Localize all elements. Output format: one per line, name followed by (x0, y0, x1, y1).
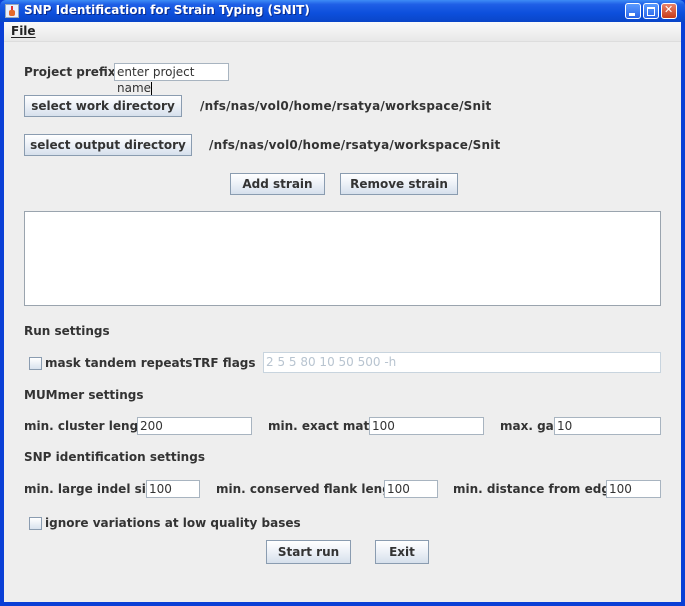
min-conserved-flank-value: 100 (387, 482, 410, 496)
max-gap-value: 10 (557, 419, 573, 433)
trf-flags-value: 2 5 5 80 10 50 500 -h (266, 355, 397, 369)
maximize-button[interactable] (643, 3, 659, 19)
mask-tandem-repeats-checkbox[interactable] (29, 357, 42, 370)
close-button[interactable] (661, 3, 677, 19)
work-directory-path: /nfs/nas/vol0/home/rsatya/workspace/Snit (200, 99, 492, 113)
java-app-icon (5, 4, 19, 18)
min-large-indel-value: 100 (149, 482, 172, 496)
remove-strain-button[interactable]: Remove strain (340, 173, 458, 195)
add-strain-button[interactable]: Add strain (230, 173, 325, 195)
snp-settings-heading: SNP identification settings (24, 450, 205, 464)
main-panel: File Project prefix enter project name s… (4, 22, 681, 602)
start-run-button[interactable]: Start run (266, 540, 351, 564)
min-large-indel-label: min. large indel size (24, 482, 161, 496)
project-prefix-value: enter project name (117, 65, 195, 95)
max-gap-input[interactable]: 10 (554, 417, 661, 435)
min-cluster-length-label: min. cluster length (24, 419, 153, 433)
window-title: SNP Identification for Strain Typing (SN… (24, 3, 310, 17)
min-cluster-length-input[interactable]: 200 (137, 417, 252, 435)
trf-flags-label: TRF flags (193, 356, 256, 370)
title-bar[interactable]: SNP Identification for Strain Typing (SN… (0, 0, 685, 22)
select-output-directory-button[interactable]: select output directory (24, 134, 192, 156)
min-distance-edges-label: min. distance from edges (453, 482, 626, 496)
output-directory-path: /nfs/nas/vol0/home/rsatya/workspace/Snit (209, 138, 501, 152)
min-distance-edges-value: 100 (609, 482, 632, 496)
min-exact-match-value: 100 (372, 419, 395, 433)
ignore-low-quality-checkbox[interactable] (29, 517, 42, 530)
project-prefix-input[interactable]: enter project name (114, 63, 229, 95)
run-settings-heading: Run settings (24, 324, 110, 338)
min-cluster-length-value: 200 (140, 419, 163, 433)
project-prefix-label: Project prefix (24, 65, 116, 79)
min-conserved-flank-input[interactable]: 100 (384, 480, 438, 498)
min-exact-match-label: min. exact match (268, 419, 385, 433)
select-work-directory-button[interactable]: select work directory (24, 95, 182, 117)
min-exact-match-input[interactable]: 100 (369, 417, 484, 435)
min-large-indel-input[interactable]: 100 (146, 480, 200, 498)
mummer-settings-heading: MUMmer settings (24, 388, 144, 402)
mask-tandem-repeats-label[interactable]: mask tandem repeats (45, 356, 192, 370)
strain-list[interactable] (24, 211, 661, 306)
min-conserved-flank-label: min. conserved flank length (216, 482, 406, 496)
text-caret (151, 82, 153, 95)
ignore-low-quality-label[interactable]: ignore variations at low quality bases (45, 516, 301, 530)
minimize-button[interactable] (625, 3, 641, 19)
min-distance-edges-input[interactable]: 100 (606, 480, 661, 498)
trf-flags-input[interactable]: 2 5 5 80 10 50 500 -h (263, 352, 661, 373)
exit-button[interactable]: Exit (375, 540, 429, 564)
menu-bar: File (4, 22, 681, 42)
max-gap-label: max. gap (500, 419, 563, 433)
app-window: SNP Identification for Strain Typing (SN… (0, 0, 685, 606)
menu-file[interactable]: File (11, 24, 36, 38)
